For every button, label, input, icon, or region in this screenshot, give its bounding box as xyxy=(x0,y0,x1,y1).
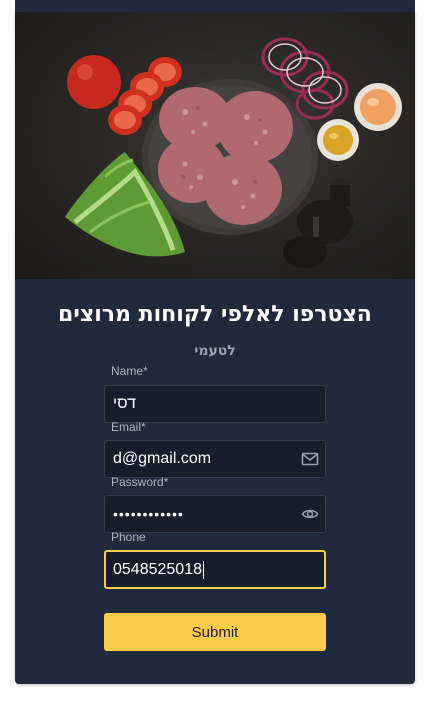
phone-field[interactable]: 0548525018 xyxy=(104,550,326,589)
password-label: Password* xyxy=(111,475,169,489)
password-value: •••••••••••• xyxy=(113,506,184,522)
phone-value: 0548525018 xyxy=(113,560,202,578)
email-value: d@gmail.com xyxy=(113,450,212,467)
mail-icon xyxy=(301,452,319,466)
email-label: Email* xyxy=(111,420,146,434)
page-subtitle: לטעמי xyxy=(194,343,236,359)
email-field[interactable]: d@gmail.com xyxy=(104,440,326,478)
eye-icon[interactable] xyxy=(301,505,319,523)
name-value: דסי xyxy=(113,395,137,412)
phone-label: Phone xyxy=(111,530,146,544)
name-label: Name* xyxy=(111,364,148,378)
hero-illustration xyxy=(65,37,402,268)
text-caret xyxy=(202,560,204,579)
page-title: הצטרפו לאלפי לקוחות מרוצים xyxy=(58,302,372,327)
name-field[interactable]: דסי xyxy=(104,385,326,423)
submit-button[interactable]: Submit xyxy=(104,613,326,651)
top-bar xyxy=(15,0,415,12)
hero-image-burger-ingredients xyxy=(15,12,415,279)
password-field[interactable]: •••••••••••• xyxy=(104,495,326,533)
signup-card: הצטרפו לאלפי לקוחות מרוצים לטעמי Name* ד… xyxy=(15,12,415,684)
